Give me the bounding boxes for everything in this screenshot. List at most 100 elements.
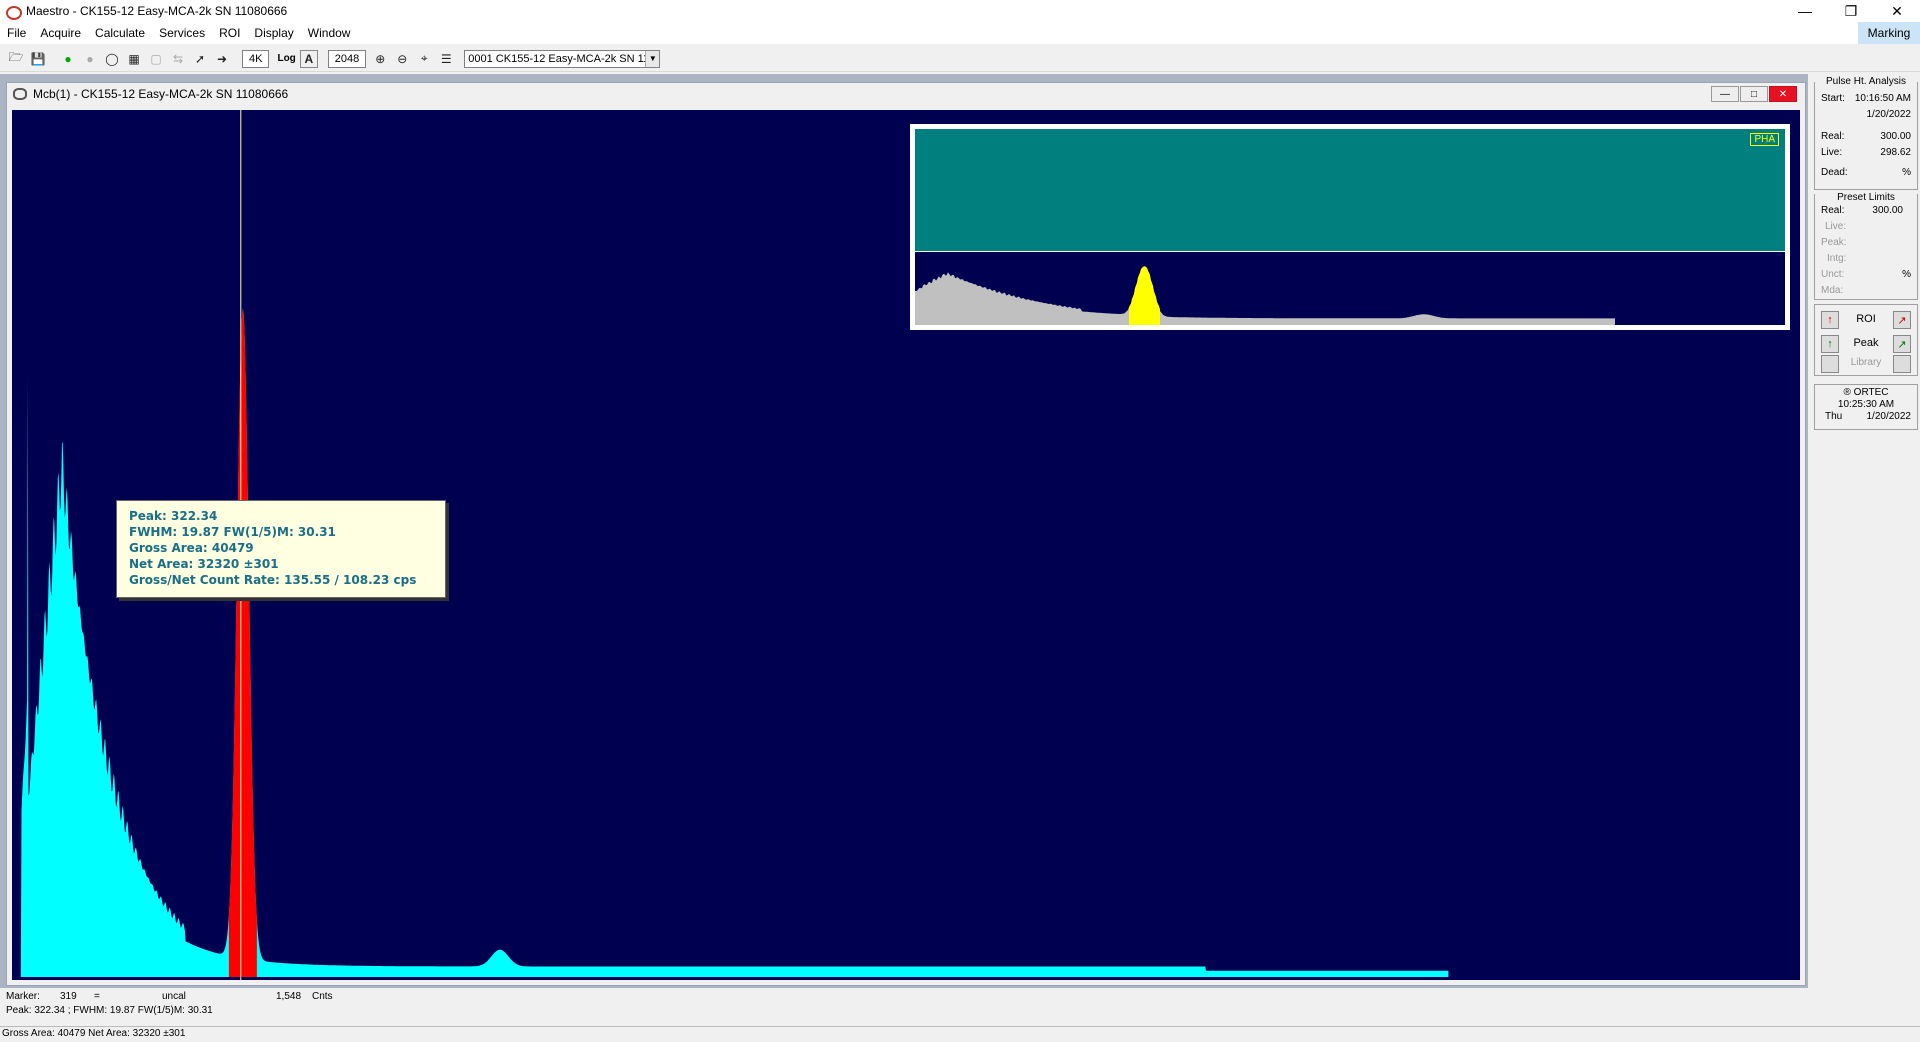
library-next-button[interactable] (1893, 355, 1911, 373)
peak-next-button[interactable]: ↗ (1893, 335, 1911, 353)
clock-group: ® ORTEC 10:25:30 AM Thu 1/20/2022 (1814, 384, 1918, 430)
status-marker-line: Marker: 319 = uncal 1,548 Cnts (0, 990, 1808, 1004)
preset-unct-label: Unct: (1821, 269, 1845, 280)
real-value: 300.00 (1880, 131, 1911, 142)
marker-counts-unit: Cnts (312, 991, 333, 1002)
preset-title: Preset Limits (1815, 192, 1917, 203)
restore-button[interactable]: ❐ (1828, 0, 1874, 22)
marker-calibration: uncal (162, 991, 186, 1002)
compare-icon[interactable]: ⇆ (168, 49, 188, 69)
copy-to-buffer-icon[interactable]: ▦ (124, 49, 144, 69)
full-view-icon[interactable]: ☰ (436, 49, 456, 69)
stop-acquisition-icon[interactable]: ● (80, 49, 100, 69)
mdi-area: Mcb(1) - CK155-12 Easy-MCA-2k SN 1108066… (0, 74, 1808, 988)
tooltip-gross-area: Gross Area: 40479 (129, 541, 254, 555)
tooltip-peak: Peak: 322.34 (129, 509, 218, 523)
preset-peak-label: Peak: (1821, 237, 1847, 248)
save-icon[interactable]: 💾 (28, 49, 48, 69)
menu-file[interactable]: File (0, 26, 33, 40)
minimize-button[interactable]: — (1782, 0, 1828, 22)
menu-roi[interactable]: ROI (212, 26, 247, 40)
marker-counts: 1,548 (276, 991, 302, 1002)
roi-next-button[interactable]: ↗ (1893, 311, 1911, 329)
ortec-brand: ® ORTEC (1843, 387, 1889, 398)
tooltip-fwhm: FWHM: 19.87 FW(1/5)M: 30.31 (129, 525, 336, 539)
peak-info-tooltip: Peak: 322.34 FWHM: 19.87 FW(1/5)M: 30.31… (116, 500, 446, 598)
start-time: 10:16:50 AM (1854, 93, 1911, 104)
pha-group: Pulse Ht. Analysis Start: 10:16:50 AM 1/… (1814, 76, 1918, 190)
inset-spectrum-trace (915, 266, 1615, 325)
window-title: Maestro - CK155-12 Easy-MCA-2k SN 110806… (26, 4, 288, 18)
mcb-icon (13, 88, 27, 100)
status-peak-line: Peak: 322.34 ; FWHM: 19.87 FW(1/5)M: 30.… (0, 1004, 1808, 1018)
navigation-group: ↑ ROI ↗ ↑ Peak ↗ Library (1814, 304, 1918, 376)
preset-intg-label: Intg: (1827, 253, 1847, 264)
child-minimize-button[interactable]: — (1711, 86, 1739, 102)
preset-mda-label: Mda: (1821, 285, 1844, 296)
child-close-button[interactable]: ✕ (1769, 86, 1797, 102)
inset-header: PHA (915, 129, 1785, 251)
start-acquisition-icon[interactable]: ● (58, 49, 78, 69)
real-label: Real: (1821, 131, 1845, 142)
full-spectrum-inset[interactable]: PHA (910, 124, 1790, 330)
start-date: 1/20/2022 (1866, 109, 1912, 120)
tooltip-count-rate: Gross/Net Count Rate: 135.55 / 108.23 cp… (129, 573, 417, 587)
tooltip-net-area: Net Area: 32320 ±301 (129, 557, 279, 571)
clock-day: Thu (1825, 411, 1843, 422)
menu-calculate[interactable]: Calculate (88, 26, 152, 40)
pha-title: Pulse Ht. Analysis (1815, 76, 1917, 87)
status-peak-info: Peak: 322.34 ; FWHM: 19.87 FW(1/5)M: 30.… (6, 1005, 213, 1016)
marker-value: 319 (60, 991, 77, 1002)
child-maximize-button[interactable]: □ (1740, 86, 1768, 102)
chevron-down-icon[interactable]: ▼ (645, 50, 660, 67)
status-area-info: Gross Area: 40479 Net Area: 32320 ±301 (2, 1028, 186, 1039)
marker-label: Marker: (6, 991, 40, 1002)
clear-spectrum-icon[interactable]: ◯ (102, 49, 122, 69)
live-value: 298.62 (1880, 147, 1911, 158)
pha-mode-badge: PHA (1750, 133, 1779, 146)
preset-live-label: Live: (1825, 221, 1847, 232)
marking-button[interactable]: Marking (1858, 22, 1920, 44)
preset-real-value: 300.00 (1872, 205, 1903, 216)
start-label: Start: (1821, 93, 1845, 104)
roi-region (228, 308, 257, 977)
zoom-out-icon[interactable]: ⊖ (392, 49, 412, 69)
spectrum-window-title: Mcb(1) - CK155-12 Easy-MCA-2k SN 1108066… (33, 87, 289, 101)
marker-equals: = (94, 991, 100, 1002)
dead-unit: % (1902, 167, 1911, 178)
mark-roi-icon[interactable]: ➚ (190, 49, 210, 69)
preset-unct-unit: % (1902, 269, 1911, 280)
toolbar: 🗁 💾 ● ● ◯ ▦ ▢ ⇆ ➚ ➜ 4K Log A 2048 ⊕ ⊖ ⌖ … (0, 46, 1920, 72)
close-button[interactable]: ✕ (1874, 0, 1920, 22)
inset-spectrum-svg (915, 266, 1615, 325)
preset-group: Preset Limits Real: 300.00 Live: Peak: I… (1814, 192, 1918, 300)
menu-bar: File Acquire Calculate Services ROI Disp… (0, 22, 1920, 44)
spectrum-window-titlebar: Mcb(1) - CK155-12 Easy-MCA-2k SN 1108066… (7, 83, 1805, 105)
clock-time: 10:25:30 AM (1837, 399, 1895, 410)
title-bar: Maestro - CK155-12 Easy-MCA-2k SN 110806… (0, 0, 1920, 22)
center-icon[interactable]: ⌖ (414, 49, 434, 69)
inset-roi-region (1129, 266, 1160, 325)
clock-date: 1/20/2022 (1866, 411, 1912, 422)
inset-spectrum[interactable] (915, 252, 1785, 325)
right-status-panel: Pulse Ht. Analysis Start: 10:16:50 AM 1/… (1810, 74, 1920, 1020)
menu-display[interactable]: Display (247, 26, 300, 40)
auto-scale-button[interactable]: A (299, 49, 318, 68)
buffer-icon[interactable]: ▢ (146, 49, 166, 69)
log-scale-button[interactable]: Log (277, 53, 295, 64)
vertical-scale-field[interactable]: 2048 (327, 49, 367, 68)
detector-select[interactable]: 0001 CK155-12 Easy-MCA-2k SN 11 ▼ (464, 49, 661, 68)
status-bar: Gross Area: 40479 Net Area: 32320 ±301 (0, 1026, 1920, 1042)
detector-select-value: 0001 CK155-12 Easy-MCA-2k SN 11 (468, 52, 650, 65)
preset-real-label: Real: (1821, 205, 1845, 216)
dead-label: Dead: (1821, 167, 1848, 178)
menu-acquire[interactable]: Acquire (33, 26, 88, 40)
zoom-in-icon[interactable]: ⊕ (370, 49, 390, 69)
open-folder-icon[interactable]: 🗁 (6, 49, 26, 69)
menu-services[interactable]: Services (152, 26, 212, 40)
clear-roi-icon[interactable]: ➜ (212, 49, 232, 69)
menu-window[interactable]: Window (301, 26, 358, 40)
maestro-app-icon[interactable] (4, 3, 22, 20)
horizontal-scale-field[interactable]: 4K (242, 49, 270, 68)
live-label: Live: (1821, 147, 1843, 158)
